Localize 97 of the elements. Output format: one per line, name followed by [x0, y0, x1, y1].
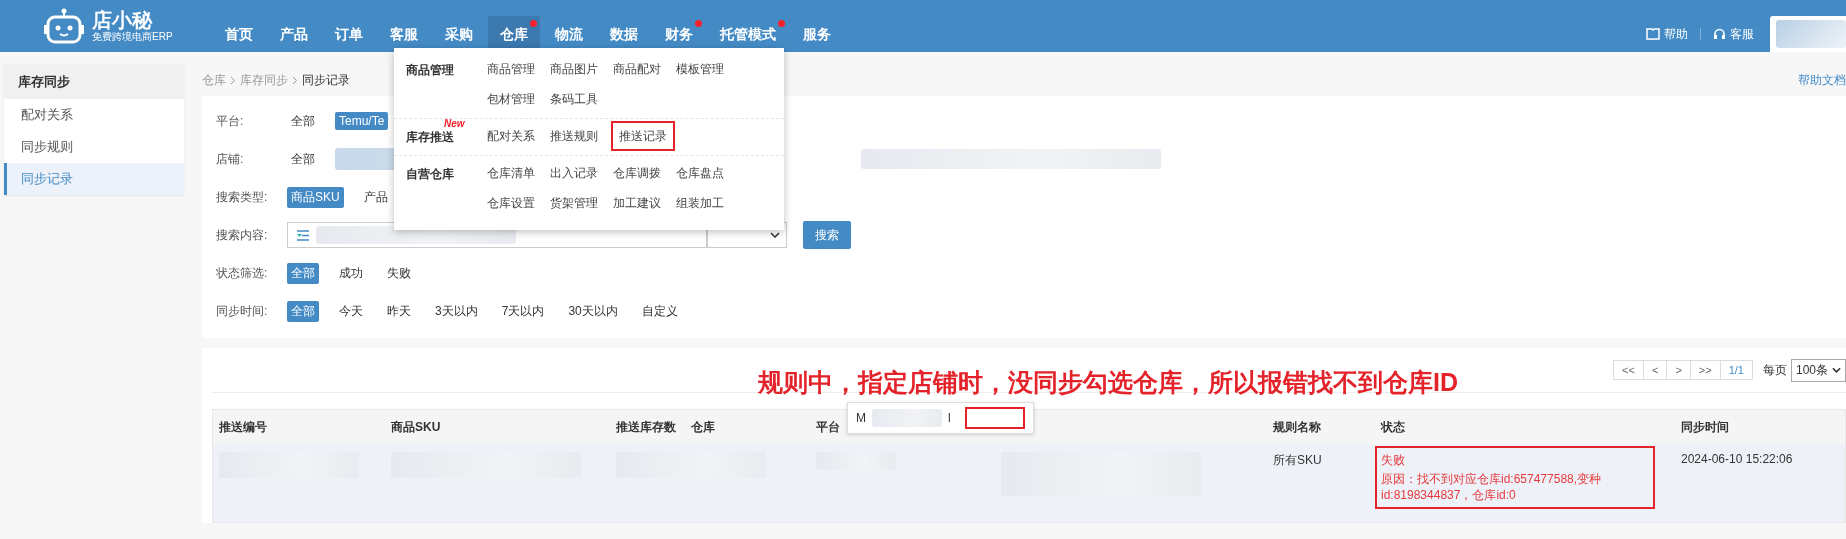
book-icon — [1646, 28, 1660, 40]
filter-option[interactable]: 全部 — [287, 110, 319, 132]
column-header: 推送库存数 — [615, 418, 677, 436]
annotation-text: 规则中，指定店铺时，没同步勾选仓库，所以报错找不到仓库ID — [758, 367, 1458, 398]
sidebar-title: 库存同步 — [4, 64, 184, 99]
filter-option[interactable]: 30天以内 — [564, 300, 622, 322]
filter-option[interactable]: Temu/Te — [335, 112, 389, 130]
menu-item[interactable]: 仓库设置 — [486, 188, 541, 218]
menu-item[interactable]: 商品图片 — [549, 54, 604, 84]
help-doc-link[interactable]: 帮助文档 — [1798, 71, 1846, 89]
filter-option[interactable]: 全部 — [287, 300, 319, 322]
sidebar-item[interactable]: 配对关系 — [4, 99, 184, 131]
nav-tab[interactable]: 物流 — [542, 16, 595, 52]
robot-logo-icon — [44, 8, 84, 44]
menu-item[interactable]: 商品管理 — [486, 54, 541, 84]
filter-option[interactable]: 成功 — [335, 262, 367, 284]
search-button[interactable]: 搜索 — [803, 221, 851, 249]
breadcrumb-link[interactable]: 同步记录 — [302, 71, 350, 89]
menu-item[interactable]: 货架管理 — [549, 188, 604, 218]
filter-option[interactable]: 全部 — [287, 262, 319, 284]
logo-name: 店小秘 — [92, 9, 154, 31]
filter-option[interactable]: 失败 — [383, 262, 415, 284]
help-link[interactable]: 帮助 — [1646, 25, 1688, 43]
nav-tab[interactable]: 订单 — [322, 16, 375, 52]
menu-item[interactable]: 推送规则 — [549, 121, 604, 151]
filter-option[interactable]: 全部 — [287, 148, 319, 170]
nav-tab[interactable]: 托管模式 — [707, 16, 788, 52]
nav-tab[interactable]: 客服 — [377, 16, 430, 52]
redacted-block — [1776, 20, 1846, 48]
menu-item[interactable]: 出入记录 — [549, 158, 604, 188]
menu-item[interactable]: 模板管理 — [675, 54, 730, 84]
filter-label: 平台: — [216, 112, 245, 130]
per-page-label: 每页 — [1762, 361, 1787, 379]
nav-tab[interactable]: 数据 — [597, 16, 650, 52]
menu-group-title: 商品管理 — [406, 63, 454, 77]
sidebar-item[interactable]: 同步规则 — [4, 131, 184, 163]
redacted-block — [872, 409, 942, 427]
filter-option[interactable]: 今天 — [335, 300, 367, 322]
new-label: New — [444, 118, 465, 129]
table-cell: 所有SKU — [1273, 453, 1322, 467]
filter-label: 店铺: — [216, 150, 245, 168]
menu-item[interactable]: 仓库盘点 — [675, 158, 730, 188]
caret-icon — [1832, 367, 1841, 373]
filter-label: 同步时间: — [216, 302, 269, 320]
filter-option[interactable]: 昨天 — [383, 300, 415, 322]
pagination-button[interactable]: < — [1642, 360, 1668, 380]
column-header: 推送编号 — [218, 418, 268, 436]
logo-tagline: 免费跨境电商ERP — [92, 31, 173, 43]
nav-tab[interactable]: 财务 — [652, 16, 705, 52]
nav-tab[interactable]: 产品 — [267, 16, 320, 52]
menu-item[interactable]: 包材管理 — [486, 84, 541, 114]
account-panel[interactable] — [1770, 16, 1846, 52]
nav-tab[interactable]: 首页 — [212, 16, 265, 52]
column-header: 同步时间 — [1680, 418, 1730, 436]
column-header: 平台 — [815, 418, 841, 436]
table-cell: 2024-06-10 15:22:06 — [1681, 452, 1793, 466]
list-filter-icon — [296, 229, 310, 241]
tooltip-text: l — [948, 411, 951, 425]
column-header: 仓库 — [690, 418, 716, 436]
menu-item[interactable]: 仓库调拨 — [612, 158, 667, 188]
filter-label: 搜索类型: — [216, 188, 269, 206]
chevron-icon — [292, 75, 298, 85]
menu-group-title: 库存推送 — [406, 130, 454, 144]
headset-icon — [1713, 27, 1726, 41]
menu-item[interactable]: 商品配对 — [612, 54, 667, 84]
pagination-button[interactable]: << — [1613, 360, 1644, 380]
column-header: 状态 — [1379, 418, 1406, 436]
chevron-icon — [230, 75, 236, 85]
menu-item[interactable]: 条码工具 — [549, 84, 604, 114]
menu-item[interactable]: 仓库清单 — [486, 158, 541, 188]
caret-icon — [770, 232, 780, 238]
column-header: 规则名称 — [1272, 418, 1322, 436]
filter-label: 搜索内容: — [216, 226, 269, 244]
error-reason: 原因：找不到对应仓库id:657477588,变种id:8198344837，仓库id:0 — [1381, 471, 1603, 503]
per-page-select[interactable]: 100条 — [1790, 358, 1846, 382]
menu-item[interactable]: 组装加工 — [675, 188, 730, 218]
page-indicator[interactable]: 1/1 — [1719, 360, 1753, 380]
filter-option[interactable]: 商品SKU — [287, 186, 344, 208]
pagination-button[interactable]: >> — [1689, 360, 1721, 380]
menu-item[interactable]: 推送记录 — [612, 123, 673, 149]
filter-option[interactable]: 产品 — [359, 186, 392, 208]
table-row[interactable]: 所有SKU 失败 原因：找不到对应仓库id:657477588,变种id:8198344837，仓库id:0 2024-06-10 15:22:06 — [213, 444, 1845, 522]
support-link[interactable]: 客服 — [1713, 25, 1754, 43]
tooltip-text: M — [856, 411, 866, 425]
menu-group-title: 自营仓库 — [406, 167, 454, 181]
highlight-frame — [964, 407, 1025, 429]
menu-item[interactable]: 加工建议 — [612, 188, 667, 218]
filter-option[interactable]: 7天以内 — [497, 300, 549, 322]
filter-option[interactable]: 自定义 — [637, 300, 682, 322]
menu-item[interactable]: 配对关系 — [486, 121, 541, 151]
status-text: 失败 — [1381, 452, 1406, 468]
column-header: 商品SKU — [390, 418, 442, 436]
nav-tab[interactable]: 采购 — [432, 16, 485, 52]
filter-option[interactable]: 3天以内 — [431, 300, 482, 322]
filter-label: 状态筛选: — [216, 264, 269, 282]
pagination-button[interactable]: > — [1666, 360, 1691, 380]
nav-tab[interactable]: 服务 — [790, 16, 843, 52]
